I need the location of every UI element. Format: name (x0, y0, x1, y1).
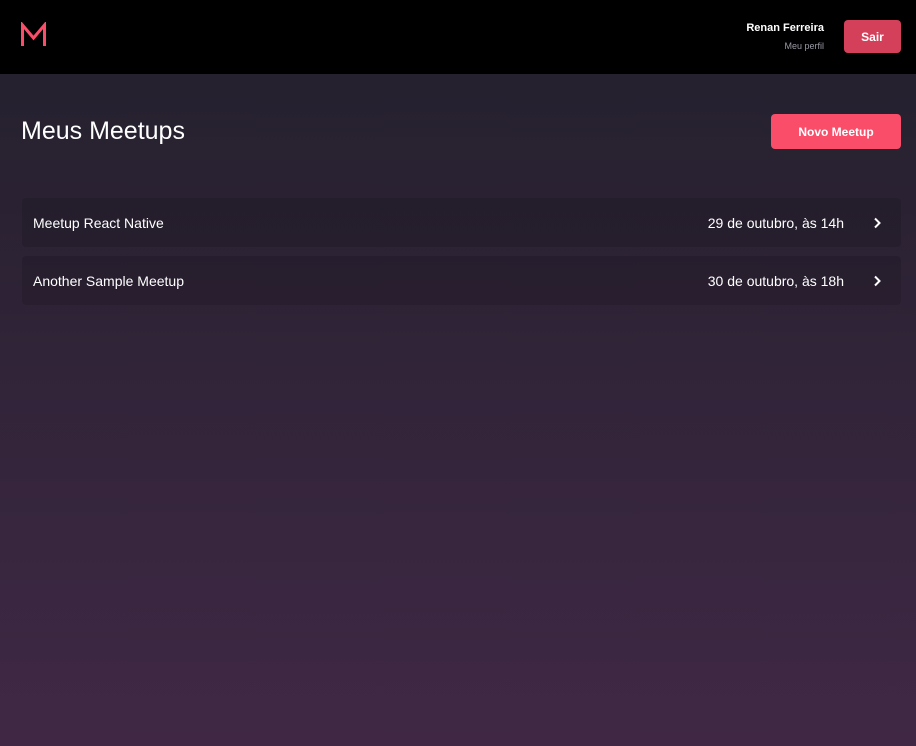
chevron-right-icon[interactable] (872, 217, 882, 229)
chevron-right-icon[interactable] (872, 275, 882, 287)
meetup-title: Meetup React Native (33, 215, 164, 231)
logout-button[interactable]: Sair (844, 20, 901, 53)
meetup-item[interactable]: Meetup React Native 29 de outubro, às 14… (22, 198, 901, 247)
user-profile: Renan Ferreira Meu perfil (746, 21, 824, 52)
meetup-date: 30 de outubro, às 18h (707, 273, 844, 289)
meetup-item[interactable]: Another Sample Meetup 30 de outubro, às … (22, 256, 901, 305)
page-title: Meus Meetups (21, 117, 185, 145)
meetup-list: Meetup React Native 29 de outubro, às 14… (22, 198, 901, 314)
meetup-title: Another Sample Meetup (33, 273, 184, 289)
meetup-date: 29 de outubro, às 14h (707, 215, 844, 231)
header: Renan Ferreira Meu perfil Sair (0, 0, 916, 74)
new-meetup-button[interactable]: Novo Meetup (771, 114, 901, 149)
my-profile-link[interactable]: Meu perfil (746, 40, 824, 52)
user-name: Renan Ferreira (746, 22, 824, 34)
meetapp-m-logo-icon[interactable] (20, 22, 47, 48)
